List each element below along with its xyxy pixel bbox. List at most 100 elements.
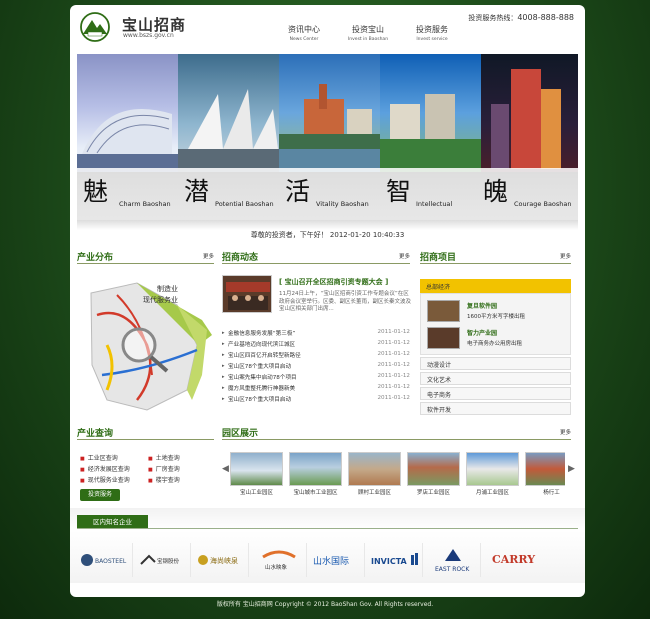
more-link[interactable]: 更多 [560,428,571,436]
enterprise-logo-text: 山水国际 [313,555,349,567]
nav-invest-service[interactable]: 投资服务 Invest service [408,24,456,42]
hotline-label: 投资服务热线： [468,14,518,22]
more-link[interactable]: 更多 [203,252,214,260]
park-caption: 顾村工业园区 [357,490,391,496]
investment-service-button[interactable]: 投资服务 [80,489,120,501]
query-economic-zone[interactable]: ■ 经济发展区查询 [80,464,130,473]
more-link[interactable]: 更多 [399,252,410,260]
query-label: 工业区查询 [87,455,118,462]
banner-shadow [77,220,578,230]
list-item[interactable]: ▸ 宝山案先集中启动78个项目 2011-01-12 [222,373,410,384]
news-title[interactable]: 宝山区四百亿开启转型新路径 [228,351,301,359]
project-desc: 电子商务办公用房出租 [467,341,523,347]
industry-map[interactable]: 制造业 现代服务业 [77,275,214,415]
news-title[interactable]: 宝山案先集中启动78个项目 [228,373,297,381]
parks-section-header: 园区展示 更多 [222,426,571,440]
enterprise-logo-shanshui-yingxiang[interactable]: 山水映象 [252,543,307,577]
banner-image-intellectual[interactable] [380,54,481,172]
nav-label: 投资宝山 [352,25,384,34]
carousel-next-icon[interactable]: ▶ [568,464,575,474]
nav-invest-baoshan[interactable]: 投资宝山 Invest in Baoshan [344,24,392,42]
section-title: 招商项目 [420,253,457,263]
news-photo[interactable] [222,275,272,313]
park-item[interactable]: 宝山城市工业园区 [289,452,342,496]
project-item[interactable]: 复旦软件园 1600平方米写字楼出租 [427,300,567,324]
banner-image-vitality[interactable] [279,54,380,172]
section-title: 产业查询 [77,429,114,439]
park-image [466,452,519,486]
banner-caption-en: Vitality Baoshan [316,200,369,208]
bullet-icon: ■ [80,456,85,462]
news-date: 2011-01-12 [377,340,410,346]
page-container: 宝山招商 www.bszs.gov.cn 资讯中心 News Center 投资… [70,5,585,597]
park-caption: 月浦工业园区 [475,490,509,496]
enterprise-logo-text: 山水映象 [265,563,288,571]
banner-caption-char: 魄 [483,177,509,206]
news-title[interactable]: 产业基地迈向现代滨江城区 [228,340,295,348]
park-item[interactable]: 宝山工业园区 [230,452,283,496]
park-item[interactable]: 顾村工业园区 [348,452,401,496]
banner-image-courage[interactable] [481,54,578,172]
news-headline[interactable]: [ 宝山召开全区招商引资专题大会 ] [279,277,388,287]
enterprise-logo-shanshui-intl[interactable]: 山水国际 [310,543,365,577]
banner-caption-strip: 魅 Charm Baoshan 潜 Potential Baoshan 活 Vi… [77,168,578,220]
news-title[interactable]: 宝山区78个重大项目启动 [228,395,291,403]
carousel-prev-icon[interactable]: ◀ [222,464,229,474]
park-item[interactable]: 月浦工业园区 [466,452,519,496]
list-item[interactable]: ▸ 产业基地迈向现代滨江城区 2011-01-12 [222,340,410,351]
list-item[interactable]: ▸ 宝山区78个重大项目启动 2011-01-12 [222,362,410,373]
park-image [230,452,283,486]
news-title[interactable]: 宝山区78个重大项目启动 [228,362,291,370]
query-buildings[interactable]: ■ 楼宇查询 [148,475,180,484]
nav-news-center[interactable]: 资讯中心 News Center [280,24,328,42]
enterprise-logo-text: 宝钢股份 [157,557,180,565]
nav-label: 资讯中心 [288,25,320,34]
enterprise-logo-haishang[interactable]: 海尚峡泉 [194,543,249,577]
tab-ecommerce[interactable]: 电子商务 [420,387,571,400]
query-land[interactable]: ■ 土地查询 [148,453,180,462]
enterprise-logo-carry[interactable]: CARRY [484,543,539,577]
query-factory[interactable]: ■ 厂房查询 [148,464,180,473]
bullet-icon: ▸ [222,385,225,391]
news-title[interactable]: 魔方风重整托腾行神器新美 [228,384,295,392]
park-caption: 杨行工 [543,490,560,496]
parks-carousel: 宝山工业园区 宝山城市工业园区 顾村工业园区 罗店工业园区 月浦工业园区 杨行工 [230,452,565,498]
news-title[interactable]: 金融信息服务发展“第三极” [228,329,295,337]
nav-sublabel: Invest service [416,37,448,42]
enterprise-logo-baosteel-stock[interactable]: 宝钢股份 [136,543,191,577]
tab-software-dev[interactable]: 软件开发 [420,402,571,415]
map-label-services: 现代服务业 [143,296,178,304]
more-link[interactable]: 更多 [560,252,571,260]
banner-caption-en: Charm Baoshan [119,200,171,208]
list-item[interactable]: ▸ 魔方风重整托腾行神器新美 2011-01-12 [222,384,410,395]
project-name[interactable]: 复旦软件园 [467,301,497,310]
enterprise-logo-text: CARRY [492,553,535,566]
park-caption: 宝山工业园区 [239,490,273,496]
bullet-icon: ▸ [222,341,225,347]
list-item[interactable]: ▸ 金融信息服务发展“第三极” 2011-01-12 [222,329,410,340]
query-services[interactable]: ■ 现代服务业查询 [80,475,130,484]
query-industrial-zone[interactable]: ■ 工业区查询 [80,453,118,462]
project-item[interactable]: 智力产业园 电子商务办公用房出租 [427,327,567,351]
park-item[interactable]: 杨行工 [525,452,565,496]
list-item[interactable]: ▸ 宝山区四百亿开启转型新路径 2011-01-12 [222,351,410,362]
nav-sublabel: News Center [289,37,319,42]
project-name[interactable]: 智力产业园 [467,328,497,337]
enterprise-logo-text: EAST ROCK [435,566,470,573]
banner-image-potential[interactable] [178,54,279,172]
list-item[interactable]: ▸ 宝山区78个重大项目启动 2011-01-12 [222,395,410,406]
logo-icon[interactable] [79,12,111,42]
tab-headquarters-economy[interactable]: 总部经济 [420,279,571,293]
news-summary: 11月24日上午，“宝山区招商引资工作专题会议”在区政府会议室举行。区委、副区长… [279,291,412,313]
footer-copyright: 版权所有 宝山招商网 Copyright © 2012 BaoShan Gov.… [216,601,434,608]
banner-image-charm[interactable] [77,54,178,172]
divider [77,528,578,529]
enterprise-logo-invicta[interactable]: INVICTA [368,543,423,577]
tab-culture-art[interactable]: 文化艺术 [420,372,571,385]
enterprise-logo-baosteel[interactable]: BAOSTEEL [78,543,133,577]
enterprise-logo-east-rock[interactable]: EAST ROCK [426,543,481,577]
enterprise-logo-text: 海尚峡泉 [210,556,238,565]
tab-animation-design[interactable]: 动漫设计 [420,357,571,370]
park-item[interactable]: 罗店工业园区 [407,452,460,496]
section-title: 园区展示 [222,429,259,439]
